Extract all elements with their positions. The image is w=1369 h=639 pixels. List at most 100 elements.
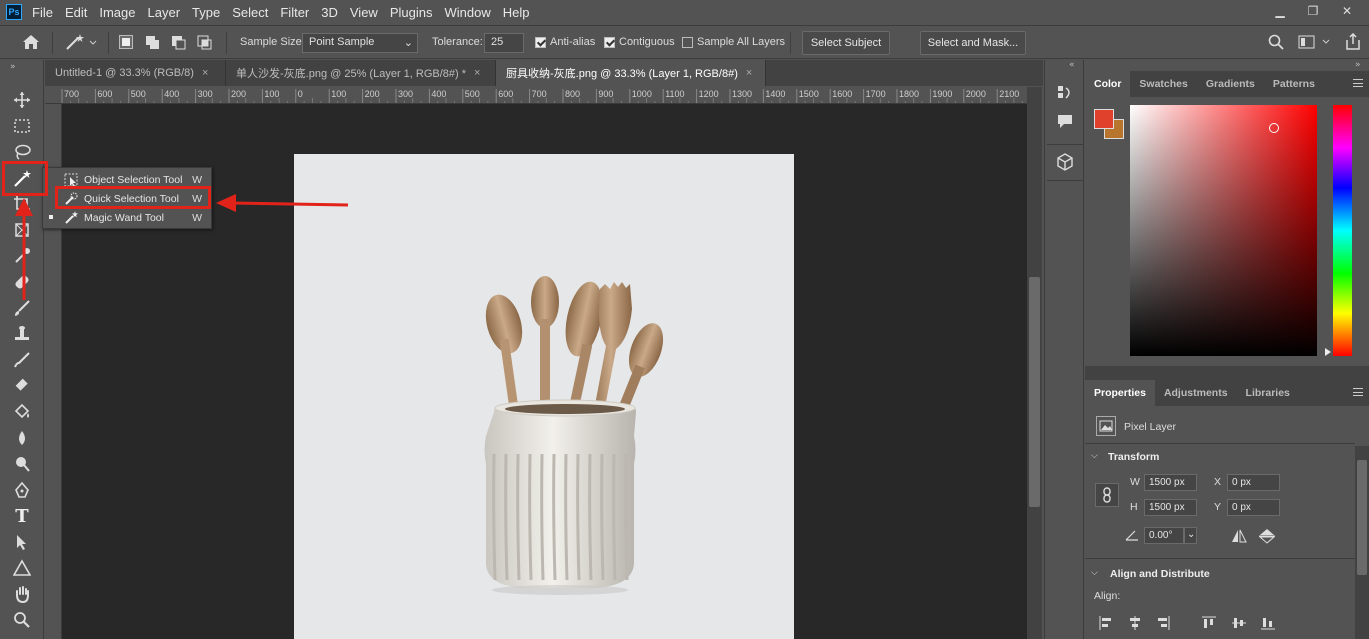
panel-scrollbar[interactable] xyxy=(1355,446,1369,639)
y-label: Y xyxy=(1214,501,1222,513)
height-field[interactable]: 1500 px xyxy=(1144,499,1197,516)
jar-rib xyxy=(624,453,629,581)
utensil-holder-image xyxy=(484,276,664,595)
restore-button[interactable]: ❐ xyxy=(1298,0,1328,22)
type-tool-icon[interactable]: T xyxy=(8,504,36,528)
ruler-label: 200 xyxy=(365,89,380,99)
menu-window[interactable]: Window xyxy=(444,5,490,20)
color-field[interactable] xyxy=(1130,105,1317,356)
path-selection-tool-icon[interactable] xyxy=(8,530,36,554)
tab-label: 厨具收纳-灰底.png @ 33.3% (Layer 1, RGB/8#) xyxy=(506,68,738,80)
panel-menu-icon[interactable] xyxy=(1353,388,1363,396)
hue-slider-handle[interactable] xyxy=(1325,348,1331,356)
y-field[interactable]: 0 px xyxy=(1227,499,1280,516)
paint-bucket-tool-icon[interactable] xyxy=(8,400,36,424)
collapse-panels-icon[interactable]: » xyxy=(1355,60,1361,70)
workspace-icon[interactable] xyxy=(1298,35,1332,52)
align-vertical-centers-icon[interactable] xyxy=(1232,616,1246,633)
ruler-label: 2000 xyxy=(966,89,986,99)
anti-alias-label: Anti-alias xyxy=(550,36,596,48)
vertical-scrollbar[interactable] xyxy=(1027,87,1042,639)
flip-horizontal-icon[interactable] xyxy=(1231,529,1247,546)
ruler-label: 600 xyxy=(498,89,513,99)
align-top-edges-icon[interactable] xyxy=(1202,616,1216,633)
scroll-thumb[interactable] xyxy=(1029,277,1040,507)
history-icon[interactable] xyxy=(1056,84,1074,105)
dodge-tool-icon[interactable] xyxy=(8,452,36,476)
close-icon[interactable]: × xyxy=(746,67,752,79)
angle-field[interactable]: 0.00° xyxy=(1144,527,1184,544)
hand-tool-icon[interactable] xyxy=(8,582,36,606)
chevron-down-icon[interactable]: ⌵ xyxy=(1091,451,1098,461)
panel-menu-icon[interactable] xyxy=(1353,79,1363,87)
eraser-tool-icon[interactable] xyxy=(8,374,36,398)
align-distribute-heading: Align and Distribute xyxy=(1110,568,1210,580)
select-and-mask-button[interactable]: Select and Mask... xyxy=(920,31,1026,55)
blur-tool-icon[interactable] xyxy=(8,426,36,450)
align-bottom-edges-icon[interactable] xyxy=(1261,616,1275,633)
sample-all-layers-label: Sample All Layers xyxy=(697,36,786,48)
clone-stamp-tool-icon[interactable] xyxy=(8,322,36,346)
ruler-label: 1900 xyxy=(932,89,952,99)
close-icon[interactable]: × xyxy=(474,67,480,79)
ruler-label: 1100 xyxy=(665,89,684,99)
collapsed-panels: « xyxy=(1044,60,1084,639)
annotation-arrows xyxy=(15,194,349,300)
anti-alias-checkbox[interactable] xyxy=(535,37,546,48)
tab-gradients[interactable]: Gradients xyxy=(1197,71,1264,97)
tab-color[interactable]: Color xyxy=(1085,71,1131,97)
shape-tool-icon[interactable] xyxy=(8,556,36,580)
link-icon[interactable] xyxy=(1095,483,1119,507)
tolerance-input[interactable]: 25 xyxy=(484,33,524,53)
tab-swatches[interactable]: Swatches xyxy=(1130,71,1196,97)
hue-slider[interactable] xyxy=(1333,105,1352,356)
tab-libraries[interactable]: Libraries xyxy=(1237,380,1299,406)
properties-panel-tabs: Properties Adjustments Libraries xyxy=(1085,380,1369,406)
jar-rib xyxy=(612,453,617,581)
menu-plugins[interactable]: Plugins xyxy=(390,5,433,20)
menu-help[interactable]: Help xyxy=(503,5,530,20)
zoom-tool-icon[interactable] xyxy=(8,608,36,632)
tab-kitchen-storage[interactable]: 厨具收纳-灰底.png @ 33.3% (Layer 1, RGB/8#) × xyxy=(496,60,766,86)
share-icon[interactable] xyxy=(1345,32,1361,54)
chevron-down-icon[interactable]: ⌵ xyxy=(1091,568,1098,578)
jar-rib xyxy=(552,453,557,581)
pen-tool-icon[interactable] xyxy=(8,478,36,502)
pixel-layer-icon xyxy=(1096,416,1116,436)
jar-rib xyxy=(516,453,521,581)
ruler-label: 300 xyxy=(398,89,413,99)
x-field[interactable]: 0 px xyxy=(1227,474,1280,491)
ruler-label: 1200 xyxy=(699,89,719,99)
jar-rib xyxy=(588,453,593,581)
chevron-down-icon: ⌄ xyxy=(403,37,413,49)
align-label: Align: xyxy=(1094,590,1121,602)
width-field[interactable]: 1500 px xyxy=(1144,474,1197,491)
align-right-edges-icon[interactable] xyxy=(1156,616,1170,633)
jar-rib xyxy=(504,453,509,581)
color-picker-ring[interactable] xyxy=(1269,123,1279,133)
jar-rib xyxy=(540,453,545,581)
flip-vertical-icon[interactable] xyxy=(1258,528,1276,547)
3d-icon[interactable] xyxy=(1056,153,1074,174)
select-subject-button[interactable]: Select Subject xyxy=(802,31,890,55)
ruler-label: 700 xyxy=(532,89,547,99)
align-left-edges-icon[interactable] xyxy=(1099,616,1113,633)
close-window-button[interactable]: ✕ xyxy=(1332,0,1362,22)
search-icon[interactable] xyxy=(1268,34,1284,53)
sample-all-layers-checkbox[interactable] xyxy=(682,37,693,48)
align-horizontal-centers-icon[interactable] xyxy=(1128,616,1142,633)
ruler-label: 1700 xyxy=(866,89,886,99)
expand-icon[interactable]: « xyxy=(1069,60,1075,70)
contiguous-checkbox[interactable] xyxy=(604,37,615,48)
ruler-label: 800 xyxy=(565,89,580,99)
comments-icon[interactable] xyxy=(1056,112,1074,133)
tab-adjustments[interactable]: Adjustments xyxy=(1155,380,1237,406)
document-image[interactable] xyxy=(294,154,794,639)
minimize-button[interactable]: ▁ xyxy=(1265,0,1295,22)
tab-properties[interactable]: Properties xyxy=(1085,380,1155,406)
tab-patterns[interactable]: Patterns xyxy=(1264,71,1324,97)
x-label: X xyxy=(1214,476,1222,488)
angle-dropdown[interactable]: ⌄ xyxy=(1184,527,1197,544)
foreground-color-swatch[interactable] xyxy=(1094,109,1114,129)
history-brush-tool-icon[interactable] xyxy=(8,348,36,372)
